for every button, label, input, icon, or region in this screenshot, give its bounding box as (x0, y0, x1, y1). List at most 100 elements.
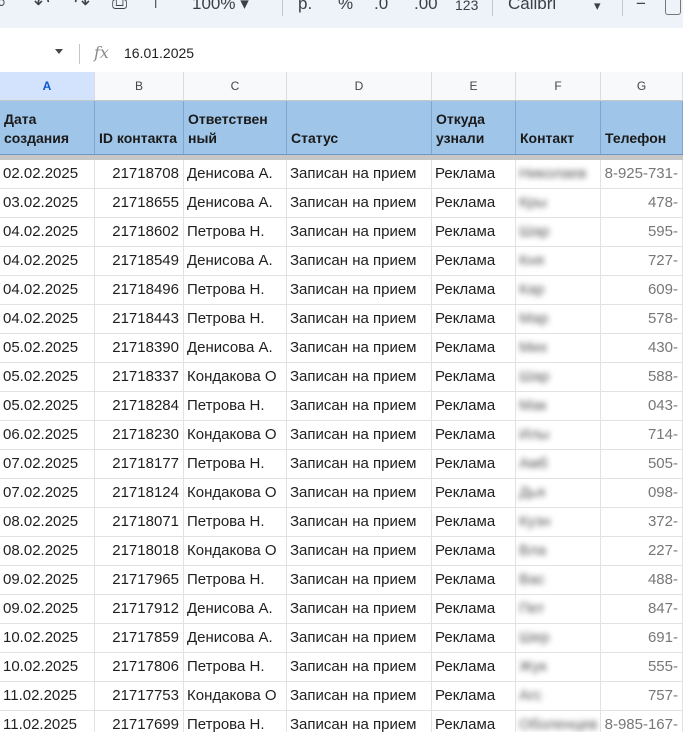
column-header-c[interactable]: C (184, 72, 287, 101)
cell-status[interactable]: Записан на прием (287, 682, 432, 710)
cell-status[interactable]: Записан на прием (287, 624, 432, 652)
cell-responsible[interactable]: Кондакова О (184, 682, 287, 710)
column-header-d[interactable]: D (287, 72, 432, 101)
column-header-e[interactable]: E (432, 72, 516, 101)
column-header-g[interactable]: G (601, 72, 683, 101)
cell-phone[interactable]: 757- (601, 682, 683, 710)
cell-responsible[interactable]: Кондакова О (184, 363, 287, 391)
cell-contact-id[interactable]: 21718443 (95, 305, 184, 333)
cell-date[interactable]: 04.02.2025 (0, 276, 95, 304)
cell-status[interactable]: Записан на прием (287, 218, 432, 246)
cell-contact[interactable]: Илы (516, 421, 601, 449)
cell-status[interactable]: Записан на прием (287, 595, 432, 623)
header-date[interactable]: Дата создания (0, 101, 95, 154)
cell-contact-id[interactable]: 21718230 (95, 421, 184, 449)
cell-date[interactable]: 11.02.2025 (0, 682, 95, 710)
cell-phone[interactable]: 430- (601, 334, 683, 362)
cell-date[interactable]: 05.02.2025 (0, 363, 95, 391)
column-header-a[interactable]: A (0, 72, 95, 101)
name-box-dropdown-icon[interactable] (55, 49, 63, 54)
cell-contact[interactable]: Вас (516, 566, 601, 594)
header-status[interactable]: Статус (287, 101, 432, 154)
cell-responsible[interactable]: Кондакова О (184, 537, 287, 565)
cell-date[interactable]: 05.02.2025 (0, 334, 95, 362)
cell-phone[interactable]: 227- (601, 537, 683, 565)
cell-date[interactable]: 10.02.2025 (0, 653, 95, 681)
cell-phone[interactable]: 588- (601, 363, 683, 391)
cell-source[interactable]: Реклама (432, 160, 516, 188)
paint-format-icon[interactable]: ⍑ (150, 0, 161, 14)
cell-phone[interactable]: 505- (601, 450, 683, 478)
cell-contact[interactable]: Мар (516, 305, 601, 333)
cell-source[interactable]: Реклама (432, 595, 516, 623)
cell-contact[interactable]: Шер (516, 624, 601, 652)
cell-source[interactable]: Реклама (432, 682, 516, 710)
cell-contact[interactable]: Пет (516, 595, 601, 623)
cell-source[interactable]: Реклама (432, 450, 516, 478)
cell-contact[interactable]: Кар (516, 276, 601, 304)
header-contact-id[interactable]: ID контакта (95, 101, 184, 154)
percent-format-button[interactable]: % (338, 0, 353, 14)
cell-responsible[interactable]: Кондакова О (184, 421, 287, 449)
cell-responsible[interactable]: Кондакова О (184, 479, 287, 507)
cell-contact[interactable]: Кры (516, 189, 601, 217)
cell-phone[interactable]: 595- (601, 218, 683, 246)
cell-source[interactable]: Реклама (432, 479, 516, 507)
cell-date[interactable]: 07.02.2025 (0, 450, 95, 478)
cell-source[interactable]: Реклама (432, 363, 516, 391)
cell-contact[interactable]: Кузн (516, 508, 601, 536)
cell-date[interactable]: 09.02.2025 (0, 595, 95, 623)
cell-date[interactable]: 09.02.2025 (0, 566, 95, 594)
header-responsible[interactable]: Ответствен ный (184, 101, 287, 154)
decrease-decimal-button[interactable]: .0 (374, 0, 388, 14)
cell-responsible[interactable]: Петрова Н. (184, 276, 287, 304)
cell-contact[interactable]: Мих (516, 334, 601, 362)
cell-phone[interactable]: 847- (601, 595, 683, 623)
cell-phone[interactable]: 043- (601, 392, 683, 420)
cell-contact-id[interactable]: 21718018 (95, 537, 184, 565)
cell-contact[interactable]: Мак (516, 392, 601, 420)
cell-date[interactable]: 05.02.2025 (0, 392, 95, 420)
cell-status[interactable]: Записан на прием (287, 160, 432, 188)
cell-status[interactable]: Записан на прием (287, 363, 432, 391)
cell-contact-id[interactable]: 21717699 (95, 711, 184, 732)
cell-phone[interactable]: 578- (601, 305, 683, 333)
cell-phone[interactable]: 727- (601, 247, 683, 275)
formula-input[interactable]: 16.01.2025 (124, 45, 194, 61)
cell-phone[interactable]: 372- (601, 508, 683, 536)
font-select[interactable]: Calibri (508, 0, 556, 14)
cell-source[interactable]: Реклама (432, 566, 516, 594)
cell-date[interactable]: 04.02.2025 (0, 247, 95, 275)
cell-responsible[interactable]: Петрова Н. (184, 450, 287, 478)
cell-responsible[interactable]: Петрова Н. (184, 305, 287, 333)
cell-phone[interactable]: 609- (601, 276, 683, 304)
cell-contact[interactable]: Николаев (516, 160, 601, 188)
cell-source[interactable]: Реклама (432, 421, 516, 449)
cell-responsible[interactable]: Петрова Н. (184, 392, 287, 420)
cell-date[interactable]: 11.02.2025 (0, 711, 95, 732)
cell-phone[interactable]: 714- (601, 421, 683, 449)
cell-source[interactable]: Реклама (432, 653, 516, 681)
cell-date[interactable]: 07.02.2025 (0, 479, 95, 507)
currency-format-button[interactable]: р. (298, 0, 312, 14)
cell-responsible[interactable]: Денисова А. (184, 247, 287, 275)
cell-date[interactable]: 04.02.2025 (0, 305, 95, 333)
cell-responsible[interactable]: Денисова А. (184, 160, 287, 188)
cell-responsible[interactable]: Петрова Н. (184, 653, 287, 681)
cell-status[interactable]: Записан на прием (287, 508, 432, 536)
cell-contact-id[interactable]: 21718124 (95, 479, 184, 507)
cell-contact[interactable]: Вла (516, 537, 601, 565)
cell-status[interactable]: Записан на прием (287, 247, 432, 275)
print-icon[interactable]: ⎙ (112, 0, 127, 14)
cell-date[interactable]: 10.02.2025 (0, 624, 95, 652)
cell-contact[interactable]: Оболенцев (516, 711, 601, 732)
cell-contact-id[interactable]: 21717965 (95, 566, 184, 594)
cell-responsible[interactable]: Петрова Н. (184, 566, 287, 594)
decrease-font-size-button[interactable]: − (636, 0, 646, 14)
cell-status[interactable]: Записан на прием (287, 305, 432, 333)
search-menus-icon[interactable]: ⌕ (0, 0, 7, 14)
cell-contact[interactable]: Агс (516, 682, 601, 710)
cell-responsible[interactable]: Денисова А. (184, 189, 287, 217)
cell-contact-id[interactable]: 21718496 (95, 276, 184, 304)
cell-status[interactable]: Записан на прием (287, 334, 432, 362)
